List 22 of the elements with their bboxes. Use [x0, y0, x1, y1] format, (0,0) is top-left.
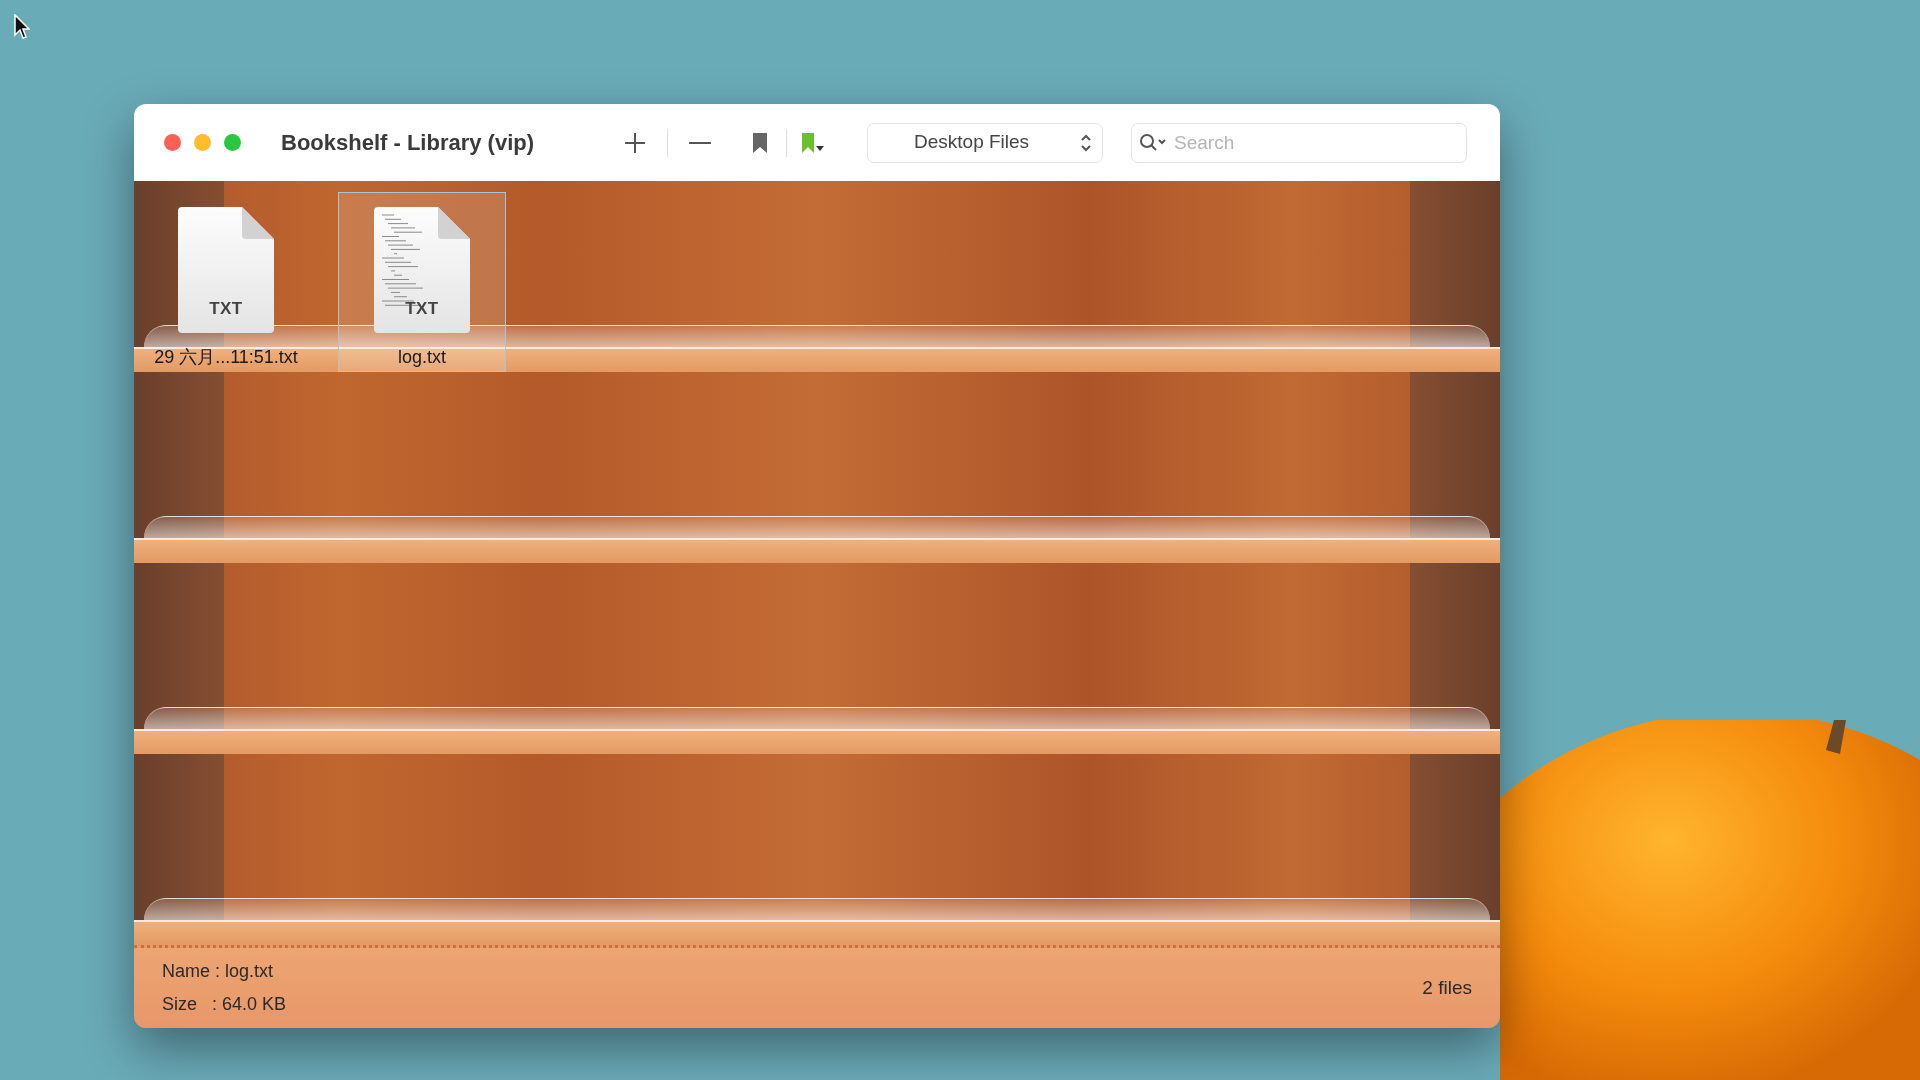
minus-icon [689, 140, 711, 145]
cursor-icon [14, 14, 30, 40]
file-name: 29 六月...11:51.txt [154, 346, 298, 369]
minimize-button[interactable] [194, 134, 211, 151]
bookmark-icon [753, 132, 767, 153]
file-size-info: Size : 64.0 KB [162, 993, 287, 1016]
file-type-label: TXT [208, 297, 244, 320]
chevron-updown-icon [1080, 132, 1092, 153]
file-name-info: Name : log.txt [162, 960, 275, 983]
file-type-label: TXT [404, 297, 440, 320]
file-item[interactable]: TXT 29 六月...11:51.txt [142, 192, 310, 372]
search-field[interactable]: Search [1131, 122, 1467, 163]
file-name: log.txt [398, 346, 446, 369]
close-button[interactable] [164, 134, 181, 151]
window-title: Bookshelf - Library (vip) [281, 129, 536, 157]
zoom-button[interactable] [224, 134, 241, 151]
plus-icon [624, 131, 646, 154]
source-dropdown[interactable]: Desktop Files [867, 122, 1103, 163]
file-count: 2 files [1422, 975, 1472, 1000]
bookmark-dropdown-icon [802, 132, 824, 153]
file-item[interactable]: TXT log.txt [338, 192, 506, 372]
search-icon [1139, 132, 1167, 153]
